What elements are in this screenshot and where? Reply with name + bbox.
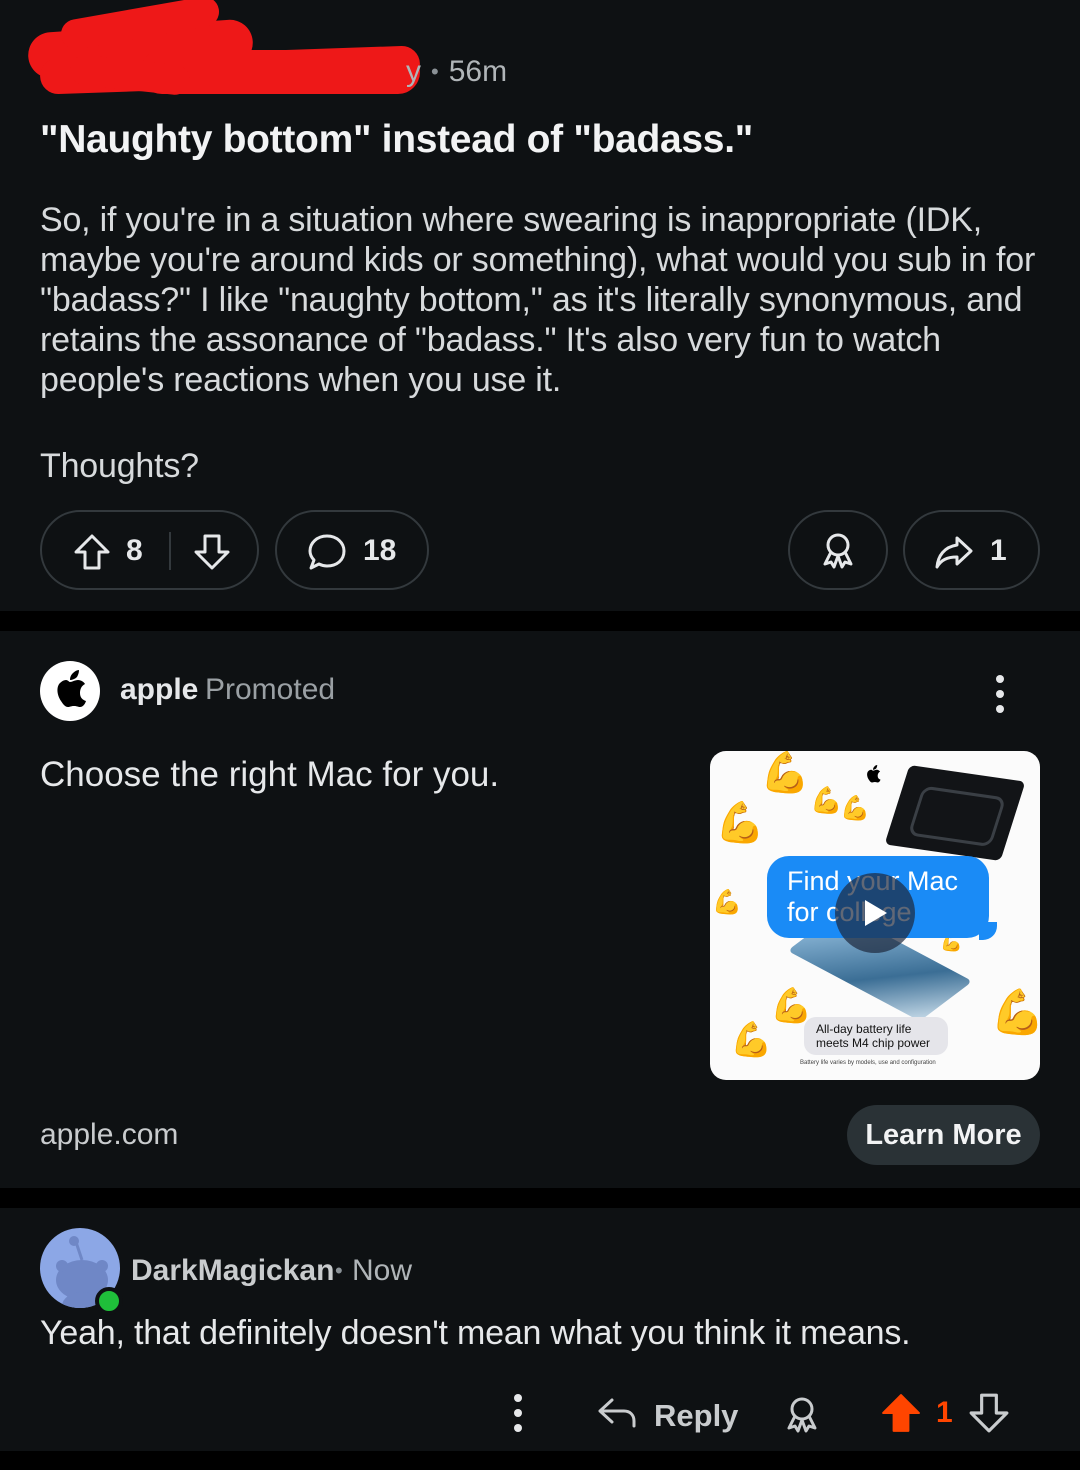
downvote-icon[interactable] — [968, 1392, 1010, 1439]
post-body: So, if you're in a situation where swear… — [40, 200, 1050, 532]
promoted-ad-card[interactable]: apple Promoted Choose the right Mac for … — [0, 631, 1080, 1188]
comments-button[interactable]: 18 — [275, 510, 429, 590]
upvote-count: 8 — [126, 534, 143, 567]
flexed-biceps-icon: 💪 — [715, 801, 765, 845]
upvote-icon[interactable] — [880, 1392, 922, 1439]
meta-separator: • — [335, 1258, 343, 1283]
more-options-icon[interactable] — [508, 1394, 528, 1432]
meta-separator: • — [431, 59, 439, 84]
reply-label: Reply — [654, 1398, 739, 1433]
reply-icon — [596, 1392, 638, 1440]
comment-bubble-icon — [307, 532, 347, 572]
flexed-biceps-icon: 💪 — [990, 988, 1040, 1037]
flexed-biceps-icon: 💪 — [730, 1021, 773, 1059]
ad-domain[interactable]: apple.com — [40, 1118, 178, 1152]
caption-bubble: All-day battery life meets M4 chip power — [804, 1017, 948, 1055]
comment-author[interactable]: DarkMagickan — [131, 1254, 334, 1288]
online-status-dot — [95, 1287, 123, 1315]
post-body-paragraph: So, if you're in a situation where swear… — [40, 201, 1036, 399]
advertiser-avatar[interactable] — [40, 661, 100, 721]
award-icon[interactable] — [782, 1394, 822, 1439]
vote-bar: 8 — [40, 510, 259, 590]
apple-logo-icon — [53, 669, 87, 713]
comment-count: 18 — [363, 534, 397, 567]
advertiser-name[interactable]: apple — [120, 673, 198, 707]
ad-headline[interactable]: Choose the right Mac for you. — [40, 755, 499, 795]
flexed-biceps-icon: 💪 — [760, 751, 810, 795]
flexed-biceps-icon: 💪 — [770, 987, 813, 1025]
apple-logo-icon — [865, 765, 881, 788]
more-options-icon[interactable] — [990, 675, 1010, 713]
post-body-paragraph: Thoughts? — [40, 447, 199, 485]
share-icon — [933, 532, 975, 572]
caption-line: All-day battery life — [816, 1022, 912, 1036]
post-timestamp: 56m — [448, 55, 508, 88]
promoted-label: Promoted — [205, 673, 336, 706]
vote-divider — [169, 532, 171, 570]
downvote-icon[interactable] — [192, 532, 232, 572]
upvote-icon[interactable] — [72, 532, 112, 572]
comment-card: DarkMagickan • Now Yeah, that definitely… — [0, 1208, 1080, 1451]
ad-video-thumbnail[interactable]: 💪 💪 💪 💪 💪 💪 💪 💪 💪 Find your Mac for coll… — [710, 751, 1040, 1080]
flexed-biceps-icon: 💪 — [712, 889, 742, 916]
flexed-biceps-icon: 💪 — [810, 785, 843, 815]
macbook-pro-image — [884, 765, 1026, 861]
post-card: y • 56m "Naughty bottom" instead of "bad… — [0, 0, 1080, 611]
flexed-biceps-icon: 💪 — [840, 795, 870, 822]
post-title[interactable]: "Naughty bottom" instead of "badass." — [40, 116, 1040, 164]
comment-timestamp: Now — [352, 1254, 413, 1287]
award-button[interactable] — [788, 510, 888, 590]
comment-body: Yeah, that definitely doesn't mean what … — [40, 1314, 911, 1352]
ad-fineprint: Battery life varies by models, use and c… — [800, 1060, 936, 1066]
post-meta: y • 56m — [406, 52, 507, 92]
reply-button[interactable]: Reply — [596, 1392, 738, 1440]
post-meta-fragment: y — [406, 55, 421, 88]
award-icon — [818, 530, 858, 570]
play-icon[interactable] — [835, 873, 915, 953]
caption-line: meets M4 chip power — [816, 1036, 931, 1050]
learn-more-button[interactable]: Learn More — [847, 1105, 1040, 1165]
share-count: 1 — [990, 534, 1007, 567]
comment-score: 1 — [936, 1396, 953, 1429]
share-button[interactable]: 1 — [903, 510, 1040, 590]
